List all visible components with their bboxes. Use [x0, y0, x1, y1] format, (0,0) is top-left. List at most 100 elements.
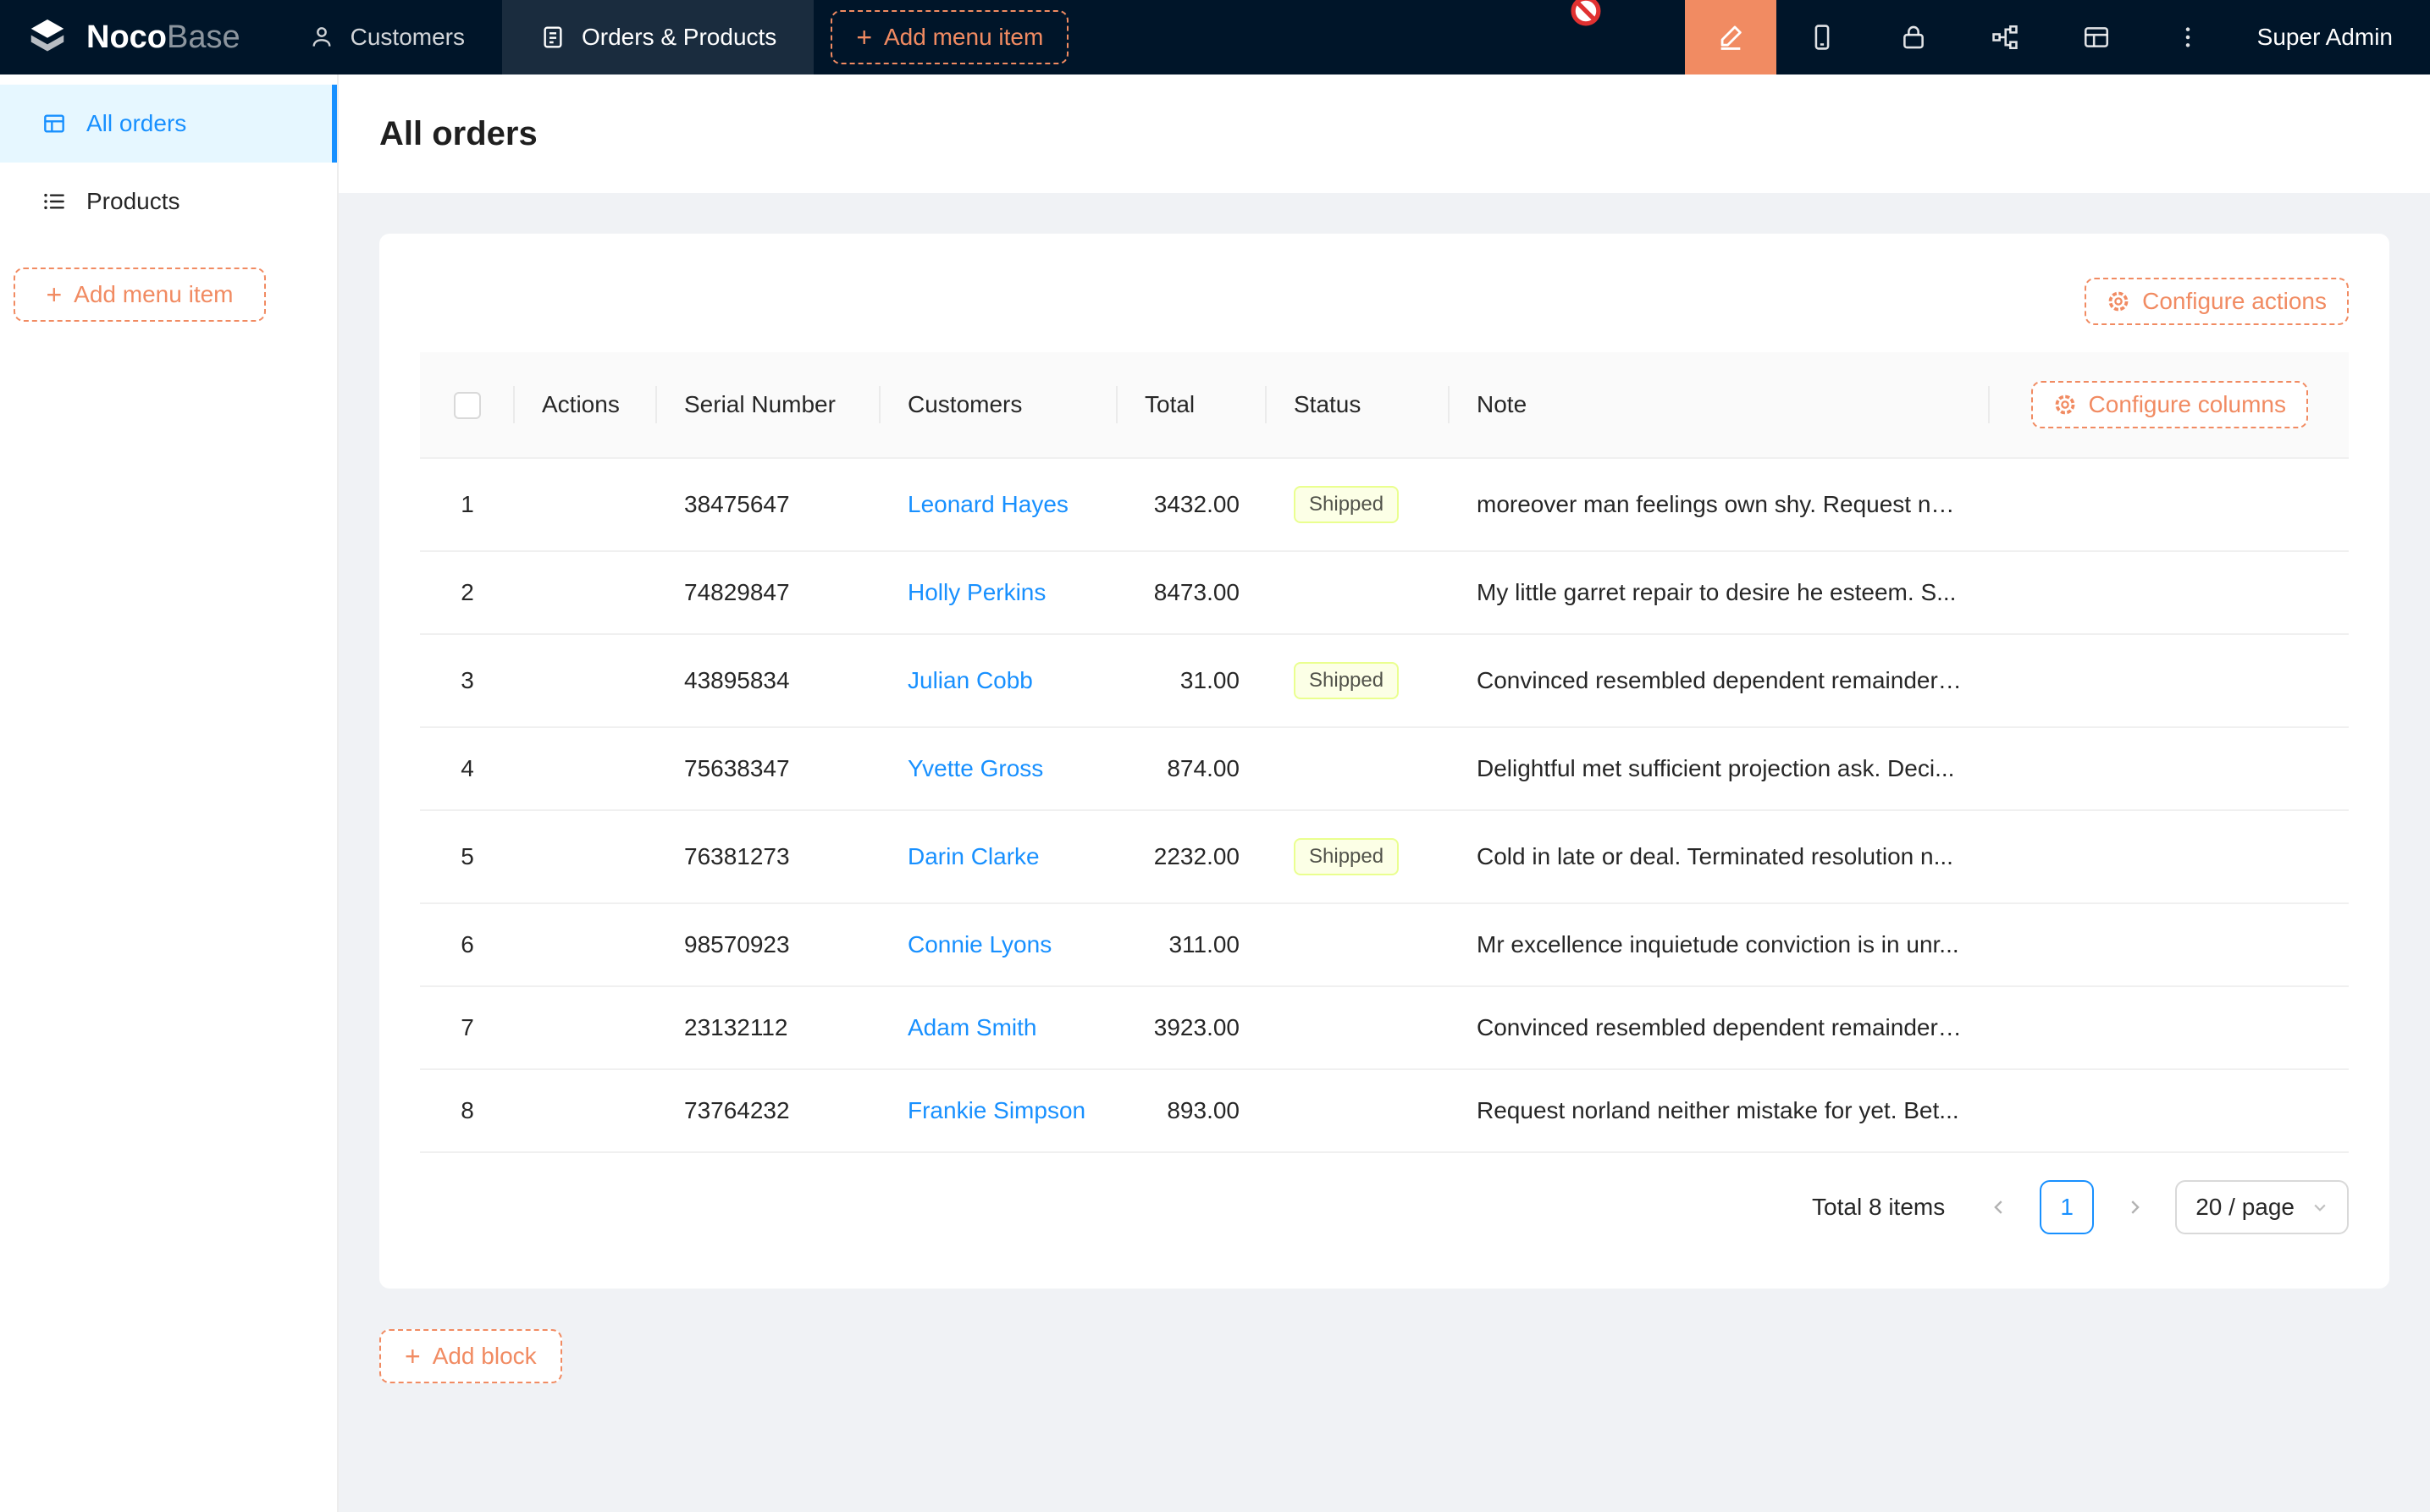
sidebar-item-products[interactable]: Products — [0, 163, 337, 240]
nav-item-label: Customers — [351, 24, 465, 51]
chevron-right-icon — [2125, 1198, 2144, 1217]
app-root: NocoBase Customers O — [0, 0, 2430, 1512]
row-index: 2 — [461, 579, 474, 605]
note-cell: Cold in late or deal. Terminated resolut… — [1450, 810, 1990, 903]
ui-editor-icon[interactable] — [1685, 0, 1776, 74]
nocobase-logo-icon — [24, 14, 71, 61]
pagination: Total 8 items 1 20 / page — [420, 1180, 2349, 1234]
customer-link[interactable]: Adam Smith — [908, 1014, 1037, 1040]
top-header: NocoBase Customers O — [0, 0, 2430, 74]
row-index: 8 — [461, 1097, 474, 1123]
gear-icon — [2107, 290, 2130, 313]
sidebar-add-menu-item-button[interactable]: + Add menu item — [14, 268, 266, 322]
add-menu-item-label: Add menu item — [884, 24, 1043, 51]
row-actions-cell — [515, 810, 657, 903]
header-nav: Customers Orders & Products + Add menu i… — [271, 0, 1069, 74]
nocobase-logo[interactable]: NocoBase — [0, 0, 271, 74]
row-actions-cell — [515, 458, 657, 551]
plus-icon: + — [46, 281, 62, 308]
plus-icon: + — [405, 1343, 421, 1370]
row-index: 4 — [461, 755, 474, 781]
plugin-nodes-icon[interactable] — [1959, 0, 2051, 74]
nav-item-orders-products[interactable]: Orders & Products — [502, 0, 814, 74]
note-cell: Convinced resembled dependent remainder … — [1450, 986, 1990, 1069]
page-size-select[interactable]: 20 / page — [2175, 1180, 2349, 1234]
status-tag: Shipped — [1294, 838, 1399, 875]
customer-link[interactable]: Connie Lyons — [908, 931, 1052, 957]
configure-actions-label: Configure actions — [2142, 288, 2327, 315]
page-content: Configure actions Actions Seria — [339, 193, 2430, 1512]
gear-icon — [2053, 393, 2077, 417]
note-cell: My little garret repair to desire he est… — [1450, 551, 1990, 634]
configure-columns-label: Configure columns — [2089, 391, 2286, 418]
customers-icon — [308, 24, 335, 51]
page-header: All orders — [339, 74, 2430, 193]
row-config-cell — [1990, 551, 2349, 634]
mobile-icon[interactable] — [1776, 0, 1868, 74]
note-cell: moreover man feelings own shy. Request n… — [1450, 458, 1990, 551]
add-block-label: Add block — [433, 1343, 537, 1370]
column-header-actions: Actions — [515, 352, 657, 458]
prev-page-button[interactable] — [1972, 1180, 2026, 1234]
orders-products-icon — [539, 24, 566, 51]
serial-number-cell: 43895834 — [657, 634, 881, 727]
layout-icon[interactable] — [2051, 0, 2142, 74]
row-actions-cell — [515, 903, 657, 986]
column-header-status: Status — [1267, 352, 1450, 458]
row-actions-cell — [515, 551, 657, 634]
row-actions-cell — [515, 727, 657, 810]
plus-icon: + — [856, 24, 872, 51]
status-tag: Shipped — [1294, 486, 1399, 523]
next-page-button[interactable] — [2107, 1180, 2162, 1234]
customer-link[interactable]: Frankie Simpson — [908, 1097, 1085, 1123]
table-row: 7 23132112 Adam Smith 3923.00 Convinced … — [420, 986, 2349, 1069]
row-config-cell — [1990, 634, 2349, 727]
add-block-button[interactable]: + Add block — [379, 1329, 562, 1383]
row-actions-cell — [515, 1069, 657, 1152]
more-icon[interactable] — [2142, 0, 2234, 74]
column-header-total: Total — [1118, 352, 1267, 458]
header-add-menu-item-button[interactable]: + Add menu item — [831, 10, 1069, 64]
total-cell: 874.00 — [1118, 727, 1267, 810]
page-size-value: 20 / page — [2195, 1194, 2295, 1221]
row-index: 3 — [461, 667, 474, 693]
row-index: 1 — [461, 491, 474, 517]
customer-link[interactable]: Darin Clarke — [908, 843, 1040, 869]
note-cell: Delightful met sufficient projection ask… — [1450, 727, 1990, 810]
row-config-cell — [1990, 986, 2349, 1069]
total-cell: 3923.00 — [1118, 986, 1267, 1069]
sidebar-item-label: All orders — [86, 110, 186, 137]
total-cell: 893.00 — [1118, 1069, 1267, 1152]
sidebar-item-all-orders[interactable]: All orders — [0, 85, 337, 163]
row-actions-cell — [515, 634, 657, 727]
select-all-checkbox[interactable] — [454, 392, 481, 419]
orders-table-card: Configure actions Actions Seria — [379, 234, 2389, 1289]
user-name[interactable]: Super Admin — [2234, 0, 2430, 74]
configure-actions-button[interactable]: Configure actions — [2085, 278, 2349, 325]
row-index: 5 — [461, 843, 474, 869]
total-cell: 2232.00 — [1118, 810, 1267, 903]
total-cell: 311.00 — [1118, 903, 1267, 986]
total-cell: 31.00 — [1118, 634, 1267, 727]
nav-item-customers[interactable]: Customers — [271, 0, 502, 74]
customer-link[interactable]: Leonard Hayes — [908, 491, 1069, 517]
customer-link[interactable]: Holly Perkins — [908, 579, 1046, 605]
page-number-button[interactable]: 1 — [2040, 1180, 2094, 1234]
all-orders-icon — [41, 110, 68, 137]
configure-columns-button[interactable]: Configure columns — [2031, 381, 2308, 428]
customer-link[interactable]: Julian Cobb — [908, 667, 1033, 693]
sidebar: All orders Products + Add menu item — [0, 74, 339, 1512]
row-index: 6 — [461, 931, 474, 957]
orders-table-body: 1 38475647 Leonard Hayes 3432.00 Shipped… — [420, 458, 2349, 1152]
pagination-total: Total 8 items — [1812, 1194, 1945, 1221]
total-cell: 3432.00 — [1118, 458, 1267, 551]
logo-text-light: Base — [167, 19, 240, 55]
customer-link[interactable]: Yvette Gross — [908, 755, 1043, 781]
serial-number-cell: 74829847 — [657, 551, 881, 634]
lock-icon[interactable] — [1868, 0, 1959, 74]
serial-number-cell: 23132112 — [657, 986, 881, 1069]
row-index: 7 — [461, 1014, 474, 1040]
row-config-cell — [1990, 810, 2349, 903]
serial-number-cell: 38475647 — [657, 458, 881, 551]
table-header-row: Actions Serial Number Customers Total St… — [420, 352, 2349, 458]
